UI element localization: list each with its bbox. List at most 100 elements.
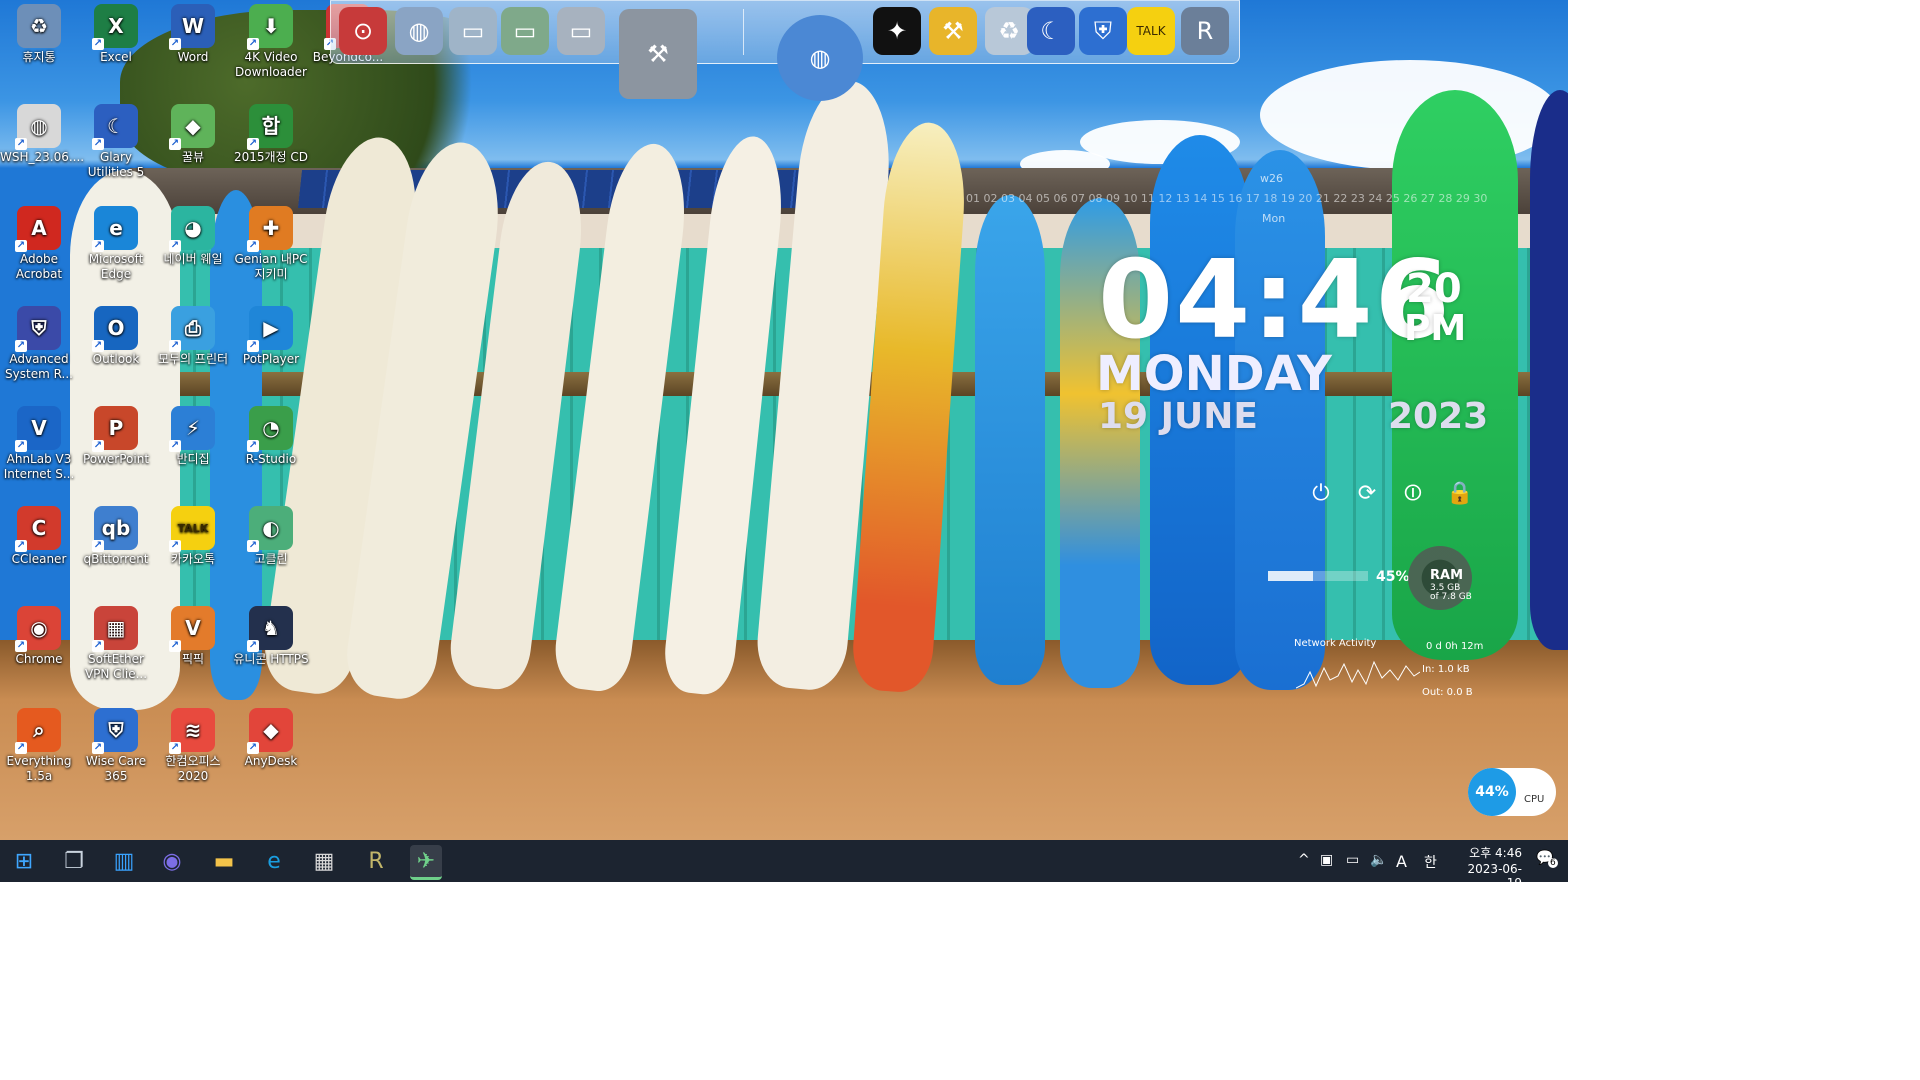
desktop-icon[interactable]: P ↗ PowerPoint <box>77 406 155 467</box>
file-explorer-button[interactable]: ▬ <box>208 845 240 877</box>
rstudio-dock[interactable]: R <box>1181 7 1229 55</box>
folder-green-dock[interactable]: ▭ <box>501 7 549 55</box>
globe-dock[interactable]: ◍ <box>777 15 863 101</box>
desktop-icon[interactable]: V ↗ 픽픽 <box>154 606 232 667</box>
tools-dock[interactable]: ⚒ <box>619 9 697 99</box>
desktop-icon[interactable]: O ↗ Outlook <box>77 306 155 367</box>
tray-date[interactable]: 2023-06-19 <box>1456 862 1522 890</box>
kakaotalk-dock[interactable]: TALK <box>1127 7 1175 55</box>
desktop-icon[interactable]: ⎙ ↗ 모두의 프린터 <box>154 306 232 367</box>
network-globe-dock[interactable]: ◍ <box>395 7 443 55</box>
notification-button[interactable]: 💬 6 <box>1536 850 1558 870</box>
folder-dock[interactable]: ▭ <box>449 7 497 55</box>
app-icon: ◆ ↗ <box>169 104 215 150</box>
desktop-icon[interactable]: e ↗ Microsoft Edge <box>77 206 155 282</box>
start-button[interactable]: ⊞ <box>8 845 40 877</box>
hammer-dock[interactable]: ⚒ <box>929 7 977 55</box>
lock-icon[interactable]: 🔒 <box>1446 481 1473 507</box>
cpu-percent: 44% <box>1468 768 1516 816</box>
logoff-icon[interactable]: ⏼ <box>1400 481 1426 507</box>
desktop-icon[interactable]: ◕ ↗ 네이버 웨일 <box>154 206 232 267</box>
desktop-icon-label: Microsoft Edge <box>88 252 144 281</box>
task-view-button[interactable]: ❐ <box>58 845 90 877</box>
edge-button[interactable]: e <box>258 845 290 877</box>
desktop-icon-label: CCleaner <box>11 552 67 566</box>
desktop-icon[interactable]: ◍ ↗ WSH_23.06.... <box>0 104 84 165</box>
app-icon: ♞ ↗ <box>247 606 293 652</box>
desktop-icon[interactable]: ◔ ↗ R-Studio <box>232 406 310 467</box>
desktop-icon[interactable]: ⚡ ↗ 반디집 <box>154 406 232 467</box>
store-button[interactable]: ▦ <box>308 845 340 877</box>
dock-separator <box>743 9 744 55</box>
desktop-icon-label: 픽픽 <box>181 652 205 666</box>
desktop-icon[interactable]: ≋ ↗ 한컴오피스 2020 <box>154 708 232 784</box>
uptime: 0 d 0h 12m <box>1426 641 1484 652</box>
folder-open-dock[interactable]: ▭ <box>557 7 605 55</box>
ime-mode-han[interactable]: 한 <box>1424 852 1437 872</box>
clock-ampm: PM <box>1404 308 1467 349</box>
app-icon: P ↗ <box>92 406 138 452</box>
tshirt-dock[interactable]: ✦ <box>873 7 921 55</box>
desktop-icon[interactable]: ⬇ ↗ 4K Video Downloader <box>232 4 310 80</box>
network-icon[interactable]: ▭ <box>1346 852 1359 868</box>
desktop-icon[interactable]: X ↗ Excel <box>77 4 155 65</box>
tray-overflow-chevron[interactable]: ^ <box>1298 852 1310 868</box>
dock-app-button[interactable]: ✈ <box>410 845 442 880</box>
weekday-short: Mon <box>1262 212 1286 225</box>
rstudio-button[interactable]: R <box>360 845 392 877</box>
desktop-icon[interactable]: W ↗ Word <box>154 4 232 65</box>
desktop-icon[interactable]: ◐ ↗ 고클린 <box>232 506 310 567</box>
shortcut-arrow-icon: ↗ <box>247 138 259 150</box>
shortcut-arrow-icon: ↗ <box>169 240 181 252</box>
glary-dock[interactable]: ☾ <box>1027 7 1075 55</box>
app-icon: ≋ ↗ <box>169 708 215 754</box>
app-icon: e ↗ <box>92 206 138 252</box>
network-title: Network Activity <box>1294 638 1377 649</box>
chat-button[interactable]: ◉ <box>156 845 188 877</box>
widgets-button[interactable]: ▥ <box>108 845 140 877</box>
desktop-icon[interactable]: ◆ ↗ 꿀뷰 <box>154 104 232 165</box>
shortcut-arrow-icon: ↗ <box>247 640 259 652</box>
desktop-icon-label: Genian 내PC지키미 <box>234 252 308 281</box>
desktop-icon[interactable]: ♞ ↗ 유니콘 HTTPS <box>232 606 310 667</box>
desktop-icon[interactable]: A ↗ Adobe Acrobat <box>0 206 78 282</box>
app-icon: ◉ ↗ <box>15 606 61 652</box>
beyondcompare-dock[interactable]: ⊙ <box>339 7 387 55</box>
desktop-icon[interactable]: TALK ↗ 카카오톡 <box>154 506 232 567</box>
volume-icon[interactable]: 🔈 <box>1370 852 1387 868</box>
desktop-icon[interactable]: ▶ ↗ PotPlayer <box>232 306 310 367</box>
cpu-label: CPU <box>1524 794 1545 805</box>
desktop-icon[interactable]: 합 ↗ 2015개정 CD <box>232 104 310 165</box>
desktop-icon[interactable]: ☾ ↗ Glary Utilities 5 <box>77 104 155 180</box>
app-icon: ▦ ↗ <box>92 606 138 652</box>
shortcut-arrow-icon: ↗ <box>15 240 27 252</box>
ram-total: of 7.8 GB <box>1430 592 1472 602</box>
desktop-icon[interactable]: ✚ ↗ Genian 내PC지키미 <box>232 206 310 282</box>
shortcut-arrow-icon: ↗ <box>15 742 27 754</box>
clock-seconds: 20 <box>1406 266 1462 312</box>
desktop-icon[interactable]: ▦ ↗ SoftEther VPN Clie... <box>77 606 155 682</box>
desktop-icon-label: 반디집 <box>176 452 210 466</box>
tray-time[interactable]: 오후 4:46 <box>1456 844 1522 861</box>
recycle-dock[interactable]: ♻ <box>985 7 1033 55</box>
wisecare-dock[interactable]: ⛨ <box>1079 7 1127 55</box>
app-icon: V ↗ <box>169 606 215 652</box>
desktop-icon-label: 휴지통 <box>22 50 56 64</box>
desktop-icon[interactable]: ◆ ↗ AnyDesk <box>232 708 310 769</box>
desktop-icon[interactable]: V ↗ AhnLab V3 Internet S... <box>0 406 78 482</box>
desktop-icon[interactable]: ◉ ↗ Chrome <box>0 606 78 667</box>
desktop-icon-label: Advanced System R... <box>5 352 73 381</box>
power-icon[interactable]: ⏻ <box>1308 481 1334 507</box>
desktop-icon[interactable]: ⛨ ↗ Advanced System R... <box>0 306 78 382</box>
shortcut-arrow-icon: ↗ <box>247 440 259 452</box>
desktop-icon[interactable]: ♻ 휴지통 <box>0 4 78 65</box>
desktop-icon[interactable]: qb ↗ qBittorrent <box>77 506 155 567</box>
tray-app-icon[interactable]: ▣ <box>1320 852 1333 868</box>
cpu-meter: 44% CPU <box>1468 768 1556 816</box>
desktop-icon[interactable]: C ↗ CCleaner <box>0 506 78 567</box>
restart-icon[interactable]: ⟳ <box>1354 481 1380 507</box>
app-icon: ◕ ↗ <box>169 206 215 252</box>
desktop-icon[interactable]: ⛨ ↗ Wise Care 365 <box>77 708 155 784</box>
ime-mode-a[interactable]: A <box>1396 852 1407 871</box>
desktop-icon[interactable]: ⌕ ↗ Everything 1.5a <box>0 708 78 784</box>
